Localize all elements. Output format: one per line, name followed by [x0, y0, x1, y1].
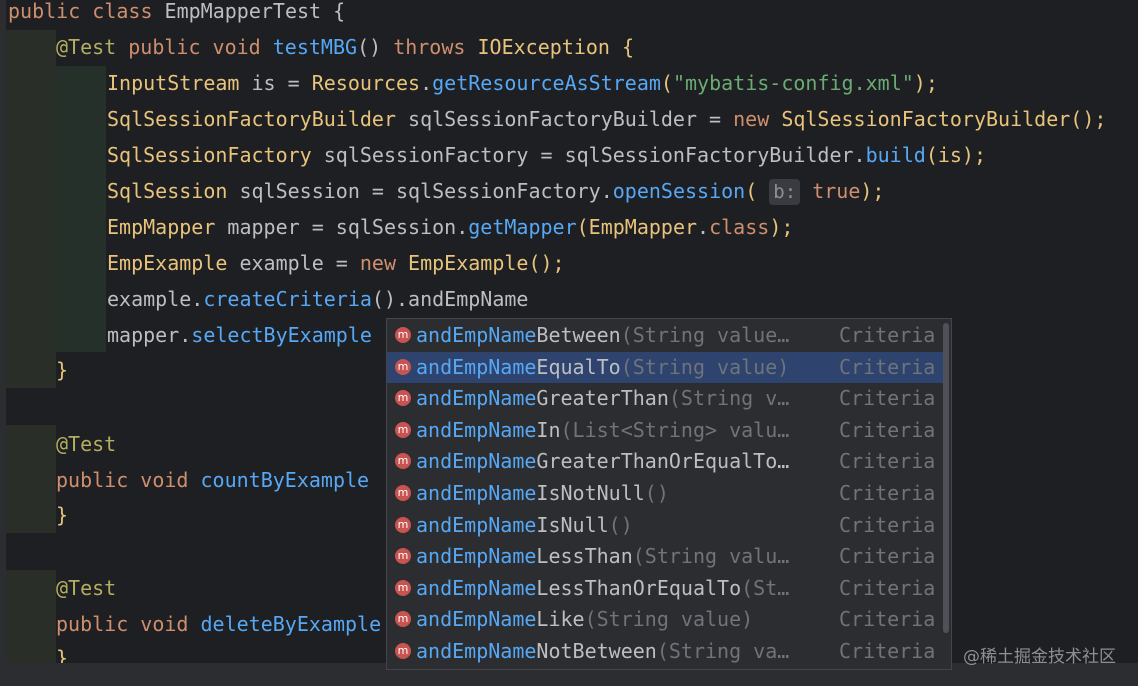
completion-item-prefix: andEmpName [416, 386, 537, 411]
code-line-factory-builder[interactable]: SqlSessionFactoryBuilder sqlSessionFacto… [107, 101, 1106, 137]
indent-guide [6, 425, 56, 533]
code-line-class-declaration[interactable]: public class EmpMapperTest { [8, 0, 345, 29]
completion-item-signature: (List<String> valu… [560, 417, 790, 442]
completion-item-signature: (String va… [656, 639, 790, 663]
completion-item-signature: () [644, 481, 669, 505]
completion-item-name: andEmpNameGreaterThan(String v… [416, 383, 789, 414]
completion-item-prefix: andEmpName [416, 323, 537, 347]
completion-item[interactable]: m andEmpNameLessThanOrEqualTo(St… Criteria [387, 573, 943, 604]
completion-item[interactable]: m andEmpNameIsNull() Criteria [387, 510, 943, 541]
code-line-input-stream[interactable]: InputStream is = Resources.getResourceAs… [107, 65, 938, 101]
code-line-count-by-example[interactable]: public void countByExample [56, 462, 369, 498]
method-icon: m [395, 390, 411, 407]
completion-item-suffix: IsNotNull [536, 481, 645, 505]
completion-item-type: Criteria [839, 639, 936, 663]
method-icon: m [395, 579, 411, 596]
completion-item-suffix: Like [536, 607, 585, 632]
completion-item-name: andEmpNameIsNull() [416, 510, 633, 541]
code-line-annotation[interactable]: @Test [56, 426, 116, 462]
code-line-emp-example[interactable]: EmpExample example = new EmpExample(); [107, 245, 565, 281]
code-line-create-criteria[interactable]: example.createCriteria().andEmpName [107, 281, 528, 317]
completion-item-name: andEmpNameIsNotNull() [416, 478, 669, 509]
completion-item-signature: (String v… [668, 386, 790, 411]
completion-item-type: Criteria [839, 512, 936, 537]
completion-item[interactable]: m andEmpNameGreaterThanOrEqualTo… Criteria [387, 446, 943, 477]
completion-item-prefix: andEmpName [416, 639, 537, 663]
completion-item-signature: (String value… [620, 323, 790, 347]
completion-item-signature: () [608, 512, 633, 537]
code-line-annotation[interactable]: @Test [56, 570, 116, 606]
completion-item-signature: (String value) [584, 607, 754, 632]
completion-item-prefix: andEmpName [416, 607, 537, 632]
code-line-test-method[interactable]: @Test public void testMBG() throws IOExc… [56, 29, 634, 65]
popup-scrollbar[interactable] [943, 323, 949, 633]
completion-item[interactable]: m andEmpNameIsNotNull() Criteria [387, 478, 943, 509]
completion-item-prefix: andEmpName [416, 544, 537, 569]
completion-item-suffix: LessThan [536, 544, 633, 569]
completion-item-type: Criteria [839, 417, 936, 442]
completion-item-type: Criteria [839, 449, 936, 474]
completion-item-type: Criteria [839, 544, 936, 569]
code-line-get-mapper[interactable]: EmpMapper mapper = sqlSession.getMapper(… [107, 209, 793, 245]
method-icon: m [395, 358, 411, 375]
completion-item-prefix: andEmpName [416, 575, 537, 600]
completion-item-name: andEmpNameLike(String value) [416, 604, 753, 635]
completion-item[interactable]: m andEmpNameBetween(String value… Criteria [387, 320, 943, 351]
completion-item-prefix: andEmpName [416, 354, 537, 379]
method-icon: m [395, 327, 411, 343]
completion-item-type: Criteria [839, 607, 936, 632]
code-line-delete-by-example[interactable]: public void deleteByExample [56, 606, 381, 642]
completion-item-prefix: andEmpName [416, 481, 537, 505]
completion-item[interactable]: m andEmpNameEqualTo(String value) Criteria [387, 351, 943, 383]
completion-item-prefix: andEmpName [416, 417, 537, 442]
code-line-select-by-example[interactable]: mapper.selectByExample [107, 317, 372, 353]
completion-item-suffix: EqualTo [536, 354, 621, 379]
completion-item-type: Criteria [839, 354, 936, 379]
completion-item-type: Criteria [839, 575, 936, 600]
method-icon: m [395, 453, 411, 470]
code-line-session-factory[interactable]: SqlSessionFactory sqlSessionFactory = sq… [107, 137, 986, 173]
completion-item-suffix: IsNull [536, 512, 609, 537]
completion-popup[interactable]: m andEmpNameBetween(String value… Criteria… [386, 318, 952, 670]
method-icon: m [395, 611, 411, 628]
method-icon: m [395, 643, 411, 659]
completion-item-suffix: Between [536, 323, 621, 347]
completion-item[interactable]: m andEmpNameGreaterThan(String v… Criteria [387, 383, 943, 414]
completion-item-name: andEmpNameBetween(String value… [416, 320, 789, 351]
method-icon: m [395, 548, 411, 565]
method-icon: m [395, 421, 411, 438]
completion-item[interactable]: m andEmpNameLessThan(String valu… Criteria [387, 541, 943, 572]
completion-item-suffix: GreaterThan [536, 386, 669, 411]
indent-guide [56, 66, 106, 352]
completion-item-name: andEmpNameGreaterThanOrEqualTo… [416, 446, 789, 477]
parameter-hint: b: [769, 179, 801, 205]
completion-item-name: andEmpNameEqualTo(String value) [416, 352, 789, 383]
completion-item-name: andEmpNameIn(List<String> valu… [416, 415, 789, 446]
completion-item[interactable]: m andEmpNameIn(List<String> valu… Criteria [387, 415, 943, 446]
completion-item-type: Criteria [839, 481, 936, 505]
code-line-close-brace[interactable]: } [56, 497, 68, 533]
completion-item-prefix: andEmpName [416, 449, 537, 474]
completion-item-signature: (String valu… [632, 544, 790, 569]
code-line-sql-session[interactable]: SqlSession sqlSession = sqlSessionFactor… [107, 173, 884, 209]
completion-item-signature: (String value) [620, 354, 790, 379]
completion-item-type: Criteria [839, 323, 936, 347]
completion-item-suffix: In [536, 417, 561, 442]
completion-item-suffix: NotBetween [536, 639, 657, 663]
completion-item[interactable]: m andEmpNameLike(String value) Criteria [387, 604, 943, 635]
completion-item-suffix: GreaterThanOrEqualTo… [536, 449, 790, 474]
completion-item-name: andEmpNameLessThan(String valu… [416, 541, 789, 572]
code-line-close-brace[interactable]: } [56, 352, 68, 388]
completion-item-name: andEmpNameNotBetween(String va… [416, 636, 789, 667]
completion-item-prefix: andEmpName [416, 512, 537, 537]
completion-item[interactable]: m andEmpNameNotBetween(String va… Criteria [387, 636, 943, 667]
completion-item-type: Criteria [839, 386, 936, 411]
method-icon: m [395, 516, 411, 533]
method-icon: m [395, 485, 411, 501]
completion-item-name: andEmpNameLessThanOrEqualTo(St… [416, 573, 789, 604]
completion-item-signature: (St… [741, 575, 790, 600]
completion-item-suffix: LessThanOrEqualTo [536, 575, 742, 600]
watermark: @稀土掘金技术社区 [963, 647, 1116, 667]
indent-guide [6, 30, 56, 388]
